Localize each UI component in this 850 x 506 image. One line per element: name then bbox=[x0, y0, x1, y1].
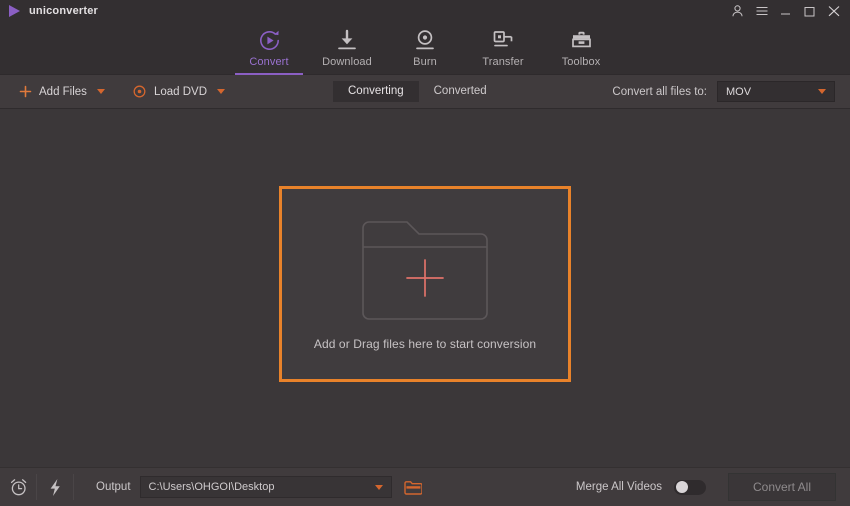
toolbox-icon bbox=[570, 27, 593, 53]
app-title: uniconverter bbox=[29, 5, 99, 17]
nav-item-toolbox[interactable]: Toolbox bbox=[542, 22, 620, 75]
main-navigation: Convert Download Burn Transfer Toolbox bbox=[0, 22, 850, 75]
transfer-device-icon bbox=[492, 27, 515, 53]
output-path-field[interactable]: C:\Users\OHGOI\Desktop bbox=[139, 476, 392, 498]
disc-icon bbox=[133, 85, 147, 99]
nav-item-burn[interactable]: Burn bbox=[386, 22, 464, 75]
chevron-down-icon bbox=[818, 89, 826, 94]
burn-disc-icon bbox=[414, 27, 436, 53]
output-path-value: C:\Users\OHGOI\Desktop bbox=[148, 481, 275, 493]
merge-all-videos-toggle[interactable] bbox=[674, 479, 706, 495]
lightning-bolt-icon[interactable] bbox=[37, 468, 73, 506]
status-tabs: Converting Converted bbox=[333, 80, 502, 103]
main-content-area: Add or Drag files here to start conversi… bbox=[0, 109, 850, 467]
play-triangle-logo-icon bbox=[9, 5, 20, 17]
close-icon[interactable] bbox=[827, 4, 840, 18]
convert-circular-arrow-play-icon bbox=[258, 27, 281, 53]
toolbar-right-group: Convert all files to: MOV bbox=[612, 81, 850, 102]
merge-all-videos-label: Merge All Videos bbox=[575, 481, 662, 493]
output-label: Output bbox=[96, 481, 131, 493]
browse-folder-button[interactable] bbox=[398, 468, 428, 506]
plus-icon bbox=[18, 85, 32, 99]
folder-outline-icon bbox=[361, 218, 489, 321]
minimize-icon[interactable] bbox=[779, 4, 792, 18]
load-dvd-button[interactable]: Load DVD bbox=[133, 85, 207, 99]
file-dropzone[interactable]: Add or Drag files here to start conversi… bbox=[279, 186, 571, 382]
download-arrow-icon bbox=[336, 27, 358, 53]
output-path-dropdown-caret bbox=[374, 484, 383, 490]
maximize-icon[interactable] bbox=[803, 4, 816, 18]
bottom-bar: Output C:\Users\OHGOI\Desktop Merge All … bbox=[0, 467, 850, 506]
nav-label-transfer: Transfer bbox=[482, 56, 524, 68]
load-dvd-dropdown-caret[interactable] bbox=[217, 89, 225, 94]
nav-label-burn: Burn bbox=[413, 56, 437, 68]
tab-converting[interactable]: Converting bbox=[333, 80, 419, 103]
dropzone-hint-text: Add or Drag files here to start conversi… bbox=[313, 336, 537, 351]
app-logo: uniconverter bbox=[9, 5, 98, 17]
add-files-label: Add Files bbox=[39, 85, 87, 98]
bottom-divider-2 bbox=[73, 474, 74, 500]
tab-converted[interactable]: Converted bbox=[419, 81, 502, 103]
toggle-knob bbox=[675, 481, 688, 493]
app-window: uniconverter Convert Download Burn Trans… bbox=[0, 0, 850, 506]
title-bar: uniconverter bbox=[0, 0, 850, 22]
nav-item-transfer[interactable]: Transfer bbox=[464, 22, 542, 75]
load-dvd-label: Load DVD bbox=[153, 85, 207, 98]
user-icon[interactable] bbox=[731, 4, 744, 18]
nav-label-convert: Convert bbox=[249, 56, 289, 68]
nav-label-download: Download bbox=[322, 56, 372, 68]
hamburger-menu-icon[interactable] bbox=[755, 4, 768, 18]
nav-label-toolbox: Toolbox bbox=[561, 56, 601, 68]
toolbar-left-group: Add Files Load DVD bbox=[0, 85, 225, 99]
bottom-right-group: Merge All Videos Convert All bbox=[576, 473, 836, 501]
output-format-select[interactable]: MOV bbox=[717, 81, 835, 102]
add-files-dropdown-caret[interactable] bbox=[96, 89, 105, 94]
window-controls bbox=[731, 4, 844, 18]
nav-item-convert[interactable]: Convert bbox=[230, 22, 308, 75]
alarm-clock-icon[interactable] bbox=[0, 468, 36, 506]
add-files-button[interactable]: Add Files bbox=[18, 85, 87, 99]
nav-item-download[interactable]: Download bbox=[308, 22, 386, 75]
output-format-value: MOV bbox=[726, 85, 752, 98]
convert-all-button[interactable]: Convert All bbox=[728, 473, 836, 501]
action-toolbar: Add Files Load DVD Converting Converted … bbox=[0, 75, 850, 109]
convert-all-to-label: Convert all files to: bbox=[612, 85, 707, 98]
